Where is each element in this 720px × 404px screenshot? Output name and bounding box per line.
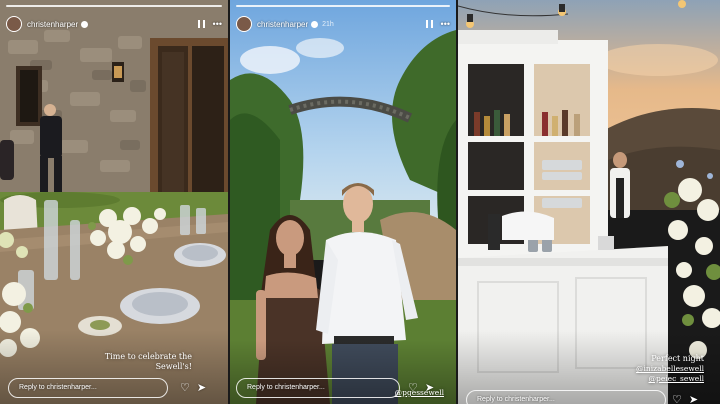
story-caption: Perfect night @inizabellesewell @peiec_s… — [636, 354, 704, 384]
reply-input[interactable]: Reply to christenharper... — [466, 390, 666, 404]
avatar[interactable] — [236, 16, 252, 32]
mention-tag-2[interactable]: @peiec_sewell — [636, 374, 704, 384]
story-header: christenharper ••• — [6, 14, 222, 34]
more-options-icon[interactable]: ••• — [213, 19, 222, 29]
story-image-couple-portrait — [230, 0, 456, 404]
story-image-bar-setup — [458, 0, 720, 404]
story-progress-bar — [236, 5, 450, 7]
reply-input[interactable]: Reply to christenharper... — [236, 378, 400, 398]
avatar[interactable] — [6, 16, 22, 32]
verified-badge-icon — [311, 20, 319, 28]
more-options-icon[interactable]: ••• — [441, 19, 450, 29]
story-actions: ♡ ➤ — [672, 393, 698, 404]
pause-icon[interactable] — [197, 20, 205, 28]
pause-icon[interactable] — [425, 20, 433, 28]
story-actions: ♡ ➤ — [408, 381, 434, 394]
username[interactable]: christenharper — [27, 20, 78, 29]
send-icon[interactable]: ➤ — [197, 381, 206, 394]
caption-line-1: Time to celebrate the — [104, 352, 192, 361]
story-timestamp: 21h — [322, 20, 334, 28]
heart-icon[interactable]: ♡ — [408, 381, 418, 394]
heart-icon[interactable]: ♡ — [180, 381, 190, 394]
username[interactable]: christenharper — [257, 20, 308, 29]
story-caption: Time to celebrate the Sewell's! — [105, 352, 192, 372]
story-panel-1[interactable]: christenharper ••• Time to celebrate the… — [0, 0, 228, 404]
heart-icon[interactable]: ♡ — [672, 393, 682, 404]
story-image-dinner-table — [0, 0, 228, 404]
story-panel-3[interactable]: Perfect night @inizabellesewell @peiec_s… — [458, 0, 720, 404]
caption-line-1: Perfect night — [651, 354, 704, 363]
verified-badge-icon — [81, 20, 89, 28]
story-actions: ♡ ➤ — [180, 381, 206, 394]
caption-line-2: Sewell's! — [155, 362, 192, 371]
story-progress-bar — [6, 5, 222, 7]
reply-input[interactable]: Reply to christenharper... — [8, 378, 168, 398]
story-panel-2[interactable]: christenharper 21h ••• @pgessewell Reply… — [230, 0, 456, 404]
mention-tag-1[interactable]: @inizabellesewell — [636, 364, 704, 374]
story-header: christenharper 21h ••• — [236, 14, 450, 34]
send-icon[interactable]: ➤ — [425, 381, 434, 394]
send-icon[interactable]: ➤ — [689, 393, 698, 404]
